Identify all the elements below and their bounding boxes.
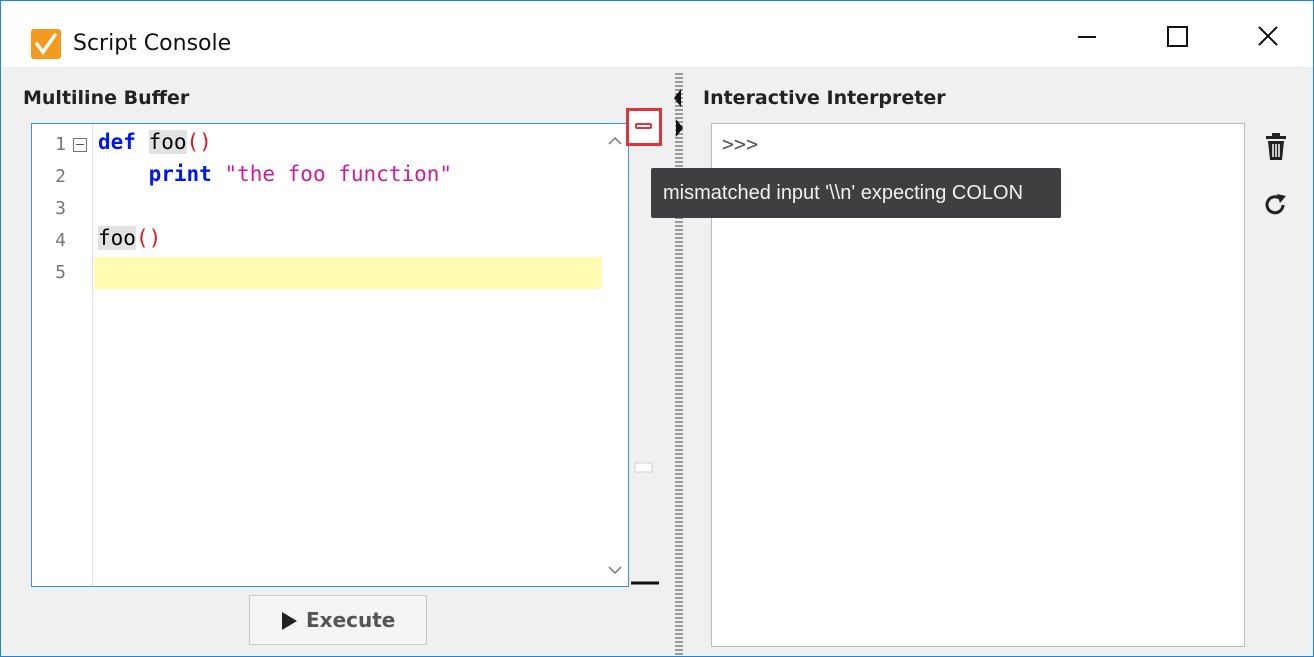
- line-number: 5: [55, 262, 66, 283]
- script-console-window: Script Console Multiline Buffer 1 2 3 4 …: [0, 0, 1314, 657]
- keyword-def: def: [98, 130, 136, 154]
- code-editor[interactable]: 1 2 3 4 5 def foo() print "the foo funct…: [31, 123, 629, 587]
- editor-vertical-scrollbar[interactable]: [602, 124, 628, 586]
- play-icon: [282, 612, 297, 630]
- parentheses: (): [186, 130, 212, 154]
- parentheses: (): [135, 226, 162, 250]
- code-line-4: foo(): [98, 226, 161, 250]
- current-line-highlight: [94, 257, 602, 289]
- code-line-2: print "the foo function": [98, 162, 452, 186]
- trash-icon[interactable]: [1263, 133, 1289, 161]
- refresh-icon[interactable]: [1263, 192, 1289, 218]
- error-tooltip: mismatched input '\\n' expecting COLON: [651, 168, 1061, 218]
- execute-button-label: Execute: [306, 608, 396, 632]
- line-number: 1: [55, 134, 66, 155]
- line-number: 2: [55, 166, 66, 187]
- function-name: foo: [148, 130, 187, 154]
- scroll-arrows-icon: [608, 136, 622, 575]
- pane-splitter[interactable]: [675, 73, 683, 656]
- window-title: Script Console: [73, 31, 232, 56]
- error-overview-ruler: [631, 462, 659, 585]
- execute-button[interactable]: Execute: [249, 595, 427, 645]
- interpreter-prompt: >>>: [722, 132, 759, 156]
- multiline-buffer-label: Multiline Buffer: [23, 87, 190, 109]
- function-call-name: foo: [98, 226, 136, 250]
- line-number-gutter: 1 2 3 4 5: [32, 124, 93, 586]
- splitter-arrows-icon[interactable]: [669, 85, 689, 141]
- script-console-app-icon: [31, 29, 61, 59]
- code-line-1: def foo(): [98, 130, 212, 154]
- fold-collapse-icon[interactable]: [73, 138, 87, 152]
- maximize-button[interactable]: [1153, 19, 1199, 55]
- title-bar[interactable]: Script Console: [1, 1, 1313, 67]
- line-number: 4: [55, 230, 66, 251]
- string-literal: "the foo function": [224, 162, 453, 186]
- maximize-icon: [1167, 26, 1188, 47]
- close-icon: [1258, 26, 1278, 46]
- interactive-interpreter-label: Interactive Interpreter: [703, 87, 946, 109]
- error-marker-icon[interactable]: [626, 108, 662, 146]
- minimize-button[interactable]: [1063, 19, 1109, 55]
- keyword-print: print: [148, 162, 212, 186]
- line-number: 3: [55, 198, 66, 219]
- close-button[interactable]: [1245, 19, 1291, 55]
- minimize-icon: [1078, 36, 1096, 38]
